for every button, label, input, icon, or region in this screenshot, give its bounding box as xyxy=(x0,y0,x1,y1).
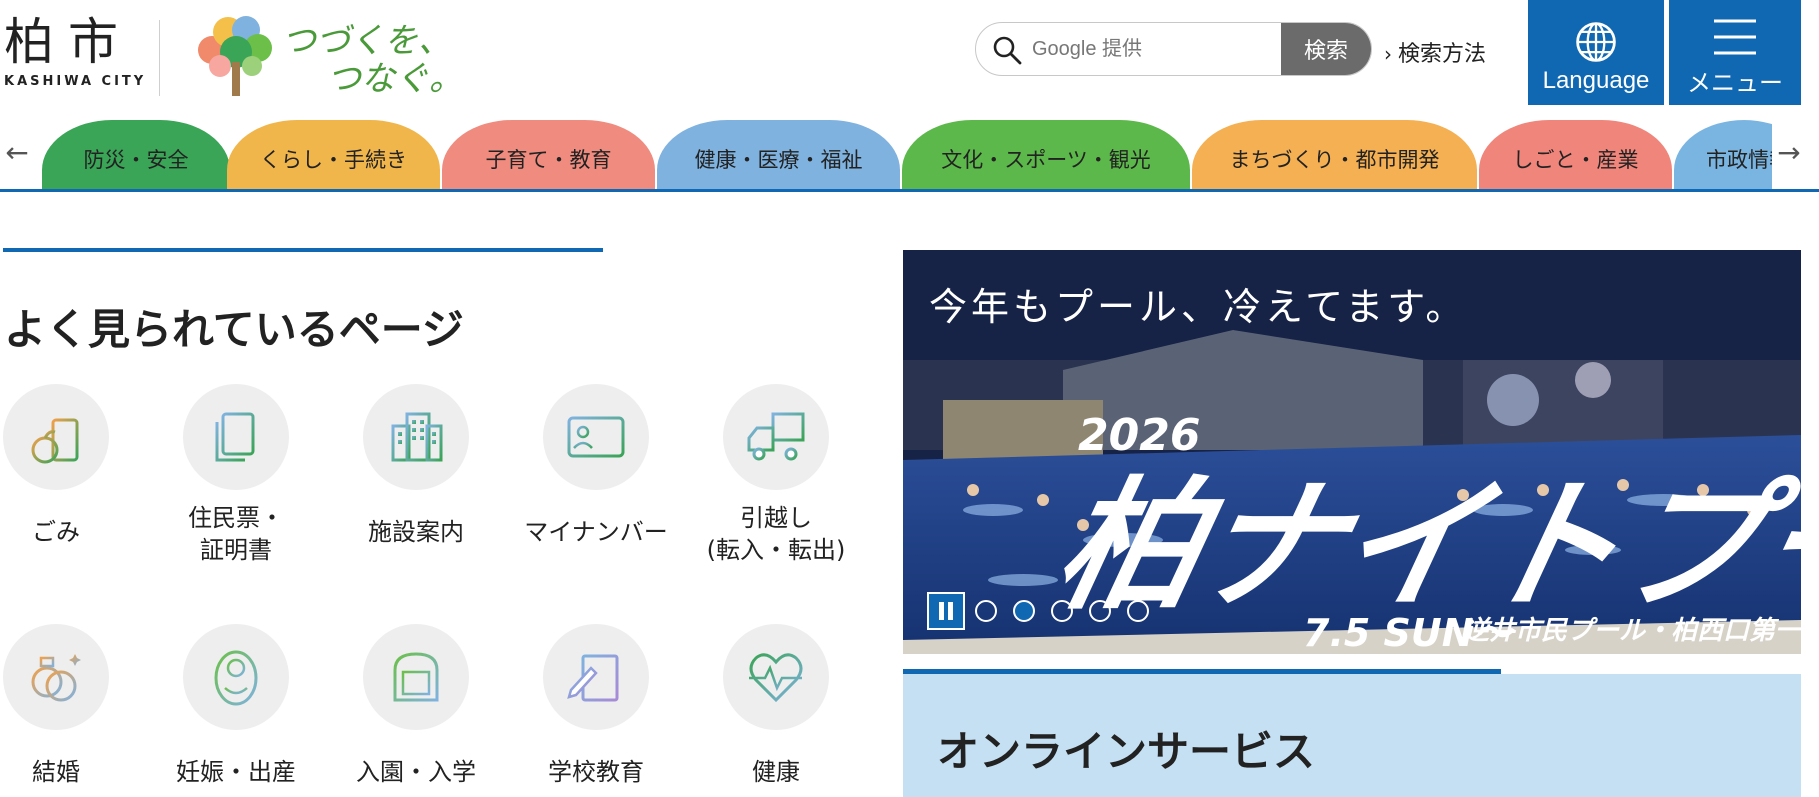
search-help-link[interactable]: › 検索方法 xyxy=(1384,36,1486,68)
language-label: Language xyxy=(1542,66,1650,94)
popular-item-gomi[interactable]: ごみ xyxy=(0,384,146,548)
search-input[interactable] xyxy=(1032,23,1257,75)
hero-banner[interactable]: 今年もプール、冷えてます。 2026 柏ナイトプール 7.5 SUN〜 逆井市民… xyxy=(903,250,1801,654)
trash-icon xyxy=(3,384,109,490)
baby-icon xyxy=(183,624,289,730)
popular-section-bar xyxy=(3,248,603,252)
category-label: まちづくり・都市開発 xyxy=(1229,148,1440,172)
rings-icon xyxy=(3,624,109,730)
search-icon xyxy=(993,36,1022,65)
slogan-line-1: つづくを、 xyxy=(282,21,452,61)
popular-item-nyuen[interactable]: 入園・入学 xyxy=(326,624,506,788)
logo-english: KASHIWA CITY xyxy=(4,74,147,89)
popular-item-label: 施設案内 xyxy=(368,518,464,546)
popular-item-label: ごみ xyxy=(32,518,80,546)
banner-venue: 逆井市民プール・柏西口第一公園市民プール xyxy=(1463,616,1801,646)
slider-dot-1[interactable] xyxy=(975,600,997,622)
category-tab-bousai[interactable]: 防災・安全 xyxy=(42,120,230,189)
tree-logo-icon xyxy=(198,16,272,96)
document-icon xyxy=(183,384,289,490)
globe-icon xyxy=(1576,21,1616,62)
chevron-right-icon: › xyxy=(1384,42,1392,66)
popular-item-label: 引越し (転入・転出) xyxy=(706,504,846,564)
category-label: しごと・産業 xyxy=(1512,148,1639,172)
popular-item-label: 学校教育 xyxy=(548,758,644,786)
logo-divider xyxy=(159,20,160,96)
slider-dot-5[interactable] xyxy=(1127,600,1149,622)
category-nav: ← 防災・安全 くらし・手続き 子育て・教育 健康・医療・福祉 文化・スポーツ・… xyxy=(0,118,1819,192)
category-label: 防災・安全 xyxy=(83,148,189,172)
slider-dot-4[interactable] xyxy=(1089,600,1111,622)
pause-button[interactable] xyxy=(927,592,965,630)
category-track: 防災・安全 くらし・手続き 子育て・教育 健康・医療・福祉 文化・スポーツ・観光… xyxy=(42,118,1772,189)
popular-title: よく見られているページ xyxy=(4,305,464,354)
language-button[interactable]: Language xyxy=(1528,0,1664,105)
category-tab-shigoto[interactable]: しごと・産業 xyxy=(1479,120,1672,189)
pen-paper-icon xyxy=(543,624,649,730)
logo-kanji: 柏市 xyxy=(4,13,132,71)
popular-item-label: 妊娠・出産 xyxy=(176,758,296,786)
popular-item-kekkon[interactable]: 結婚 xyxy=(0,624,146,788)
category-tab-kosodate[interactable]: 子育て・教育 xyxy=(442,120,655,189)
arrow-right-icon[interactable]: → xyxy=(1774,136,1804,169)
popular-item-label: 健康 xyxy=(752,758,800,786)
category-label: 健康・医療・福祉 xyxy=(694,148,863,172)
category-label: 市政情報 xyxy=(1706,148,1772,172)
school-bag-icon xyxy=(363,624,469,730)
popular-pages-grid: ごみ 住民票・ 証明書 施設案内 マイナンバー 引越し (転入・転出) 結婚 妊… xyxy=(0,384,880,797)
popular-item-label: 住民票・ 証明書 xyxy=(188,504,284,564)
arrow-left-icon[interactable]: ← xyxy=(2,136,32,169)
popular-item-ninshin[interactable]: 妊娠・出産 xyxy=(146,624,326,788)
category-tab-machizukuri[interactable]: まちづくり・都市開発 xyxy=(1192,120,1477,189)
popular-item-mynumber[interactable]: マイナンバー xyxy=(506,384,686,548)
search-form: 検索 xyxy=(975,22,1372,76)
slider-dot-2[interactable] xyxy=(1013,600,1035,622)
category-tab-kurashi[interactable]: くらし・手続き xyxy=(227,120,440,189)
pause-icon-bar xyxy=(948,602,953,620)
banner-caption: 今年もプール、冷えてます。 xyxy=(929,285,1468,329)
popular-item-label: 結婚 xyxy=(32,758,80,786)
slider-dot-3[interactable] xyxy=(1051,600,1073,622)
menu-label: メニュー xyxy=(1687,70,1783,97)
popular-item-label: 入園・入学 xyxy=(356,758,476,786)
hamburger-icon xyxy=(1714,19,1756,55)
popular-item-shisetsu[interactable]: 施設案内 xyxy=(326,384,506,548)
category-label: くらし・手続き xyxy=(260,148,407,172)
popular-item-juminhyo[interactable]: 住民票・ 証明書 xyxy=(146,384,326,566)
menu-button[interactable]: メニュー xyxy=(1669,0,1801,105)
pause-icon-bar xyxy=(939,602,944,620)
slider-controls xyxy=(927,592,1165,630)
truck-icon xyxy=(723,384,829,490)
popular-item-hikkoshi[interactable]: 引越し (転入・転出) xyxy=(686,384,866,566)
popular-item-label: マイナンバー xyxy=(524,518,668,546)
popular-item-kenkou[interactable]: 健康 xyxy=(686,624,866,788)
search-help-label: 検索方法 xyxy=(1398,42,1487,67)
popular-item-gakkou[interactable]: 学校教育 xyxy=(506,624,686,788)
online-services-title: オンラインサービス xyxy=(937,727,1316,776)
building-icon xyxy=(363,384,469,490)
id-card-icon xyxy=(543,384,649,490)
category-tab-bunka[interactable]: 文化・スポーツ・観光 xyxy=(902,120,1190,189)
category-label: 子育て・教育 xyxy=(485,148,612,172)
category-tab-shisei[interactable]: 市政情報 xyxy=(1674,120,1772,189)
city-slogan: つづくを、 つなぐ。 xyxy=(282,22,463,98)
site-logo[interactable]: 柏市 KASHIWA CITY xyxy=(4,14,146,89)
site-header: 柏市 KASHIWA CITY つづくを、 つなぐ。 検索 ›検索方法 xyxy=(0,0,1819,115)
heart-pulse-icon xyxy=(723,624,829,730)
category-label: 文化・スポーツ・観光 xyxy=(941,148,1151,172)
slogan-line-2: つなぐ。 xyxy=(327,59,463,99)
category-tab-kenkou[interactable]: 健康・医療・福祉 xyxy=(657,120,900,189)
online-services-panel: オンラインサービス xyxy=(903,674,1801,797)
search-button[interactable]: 検索 xyxy=(1281,23,1371,75)
